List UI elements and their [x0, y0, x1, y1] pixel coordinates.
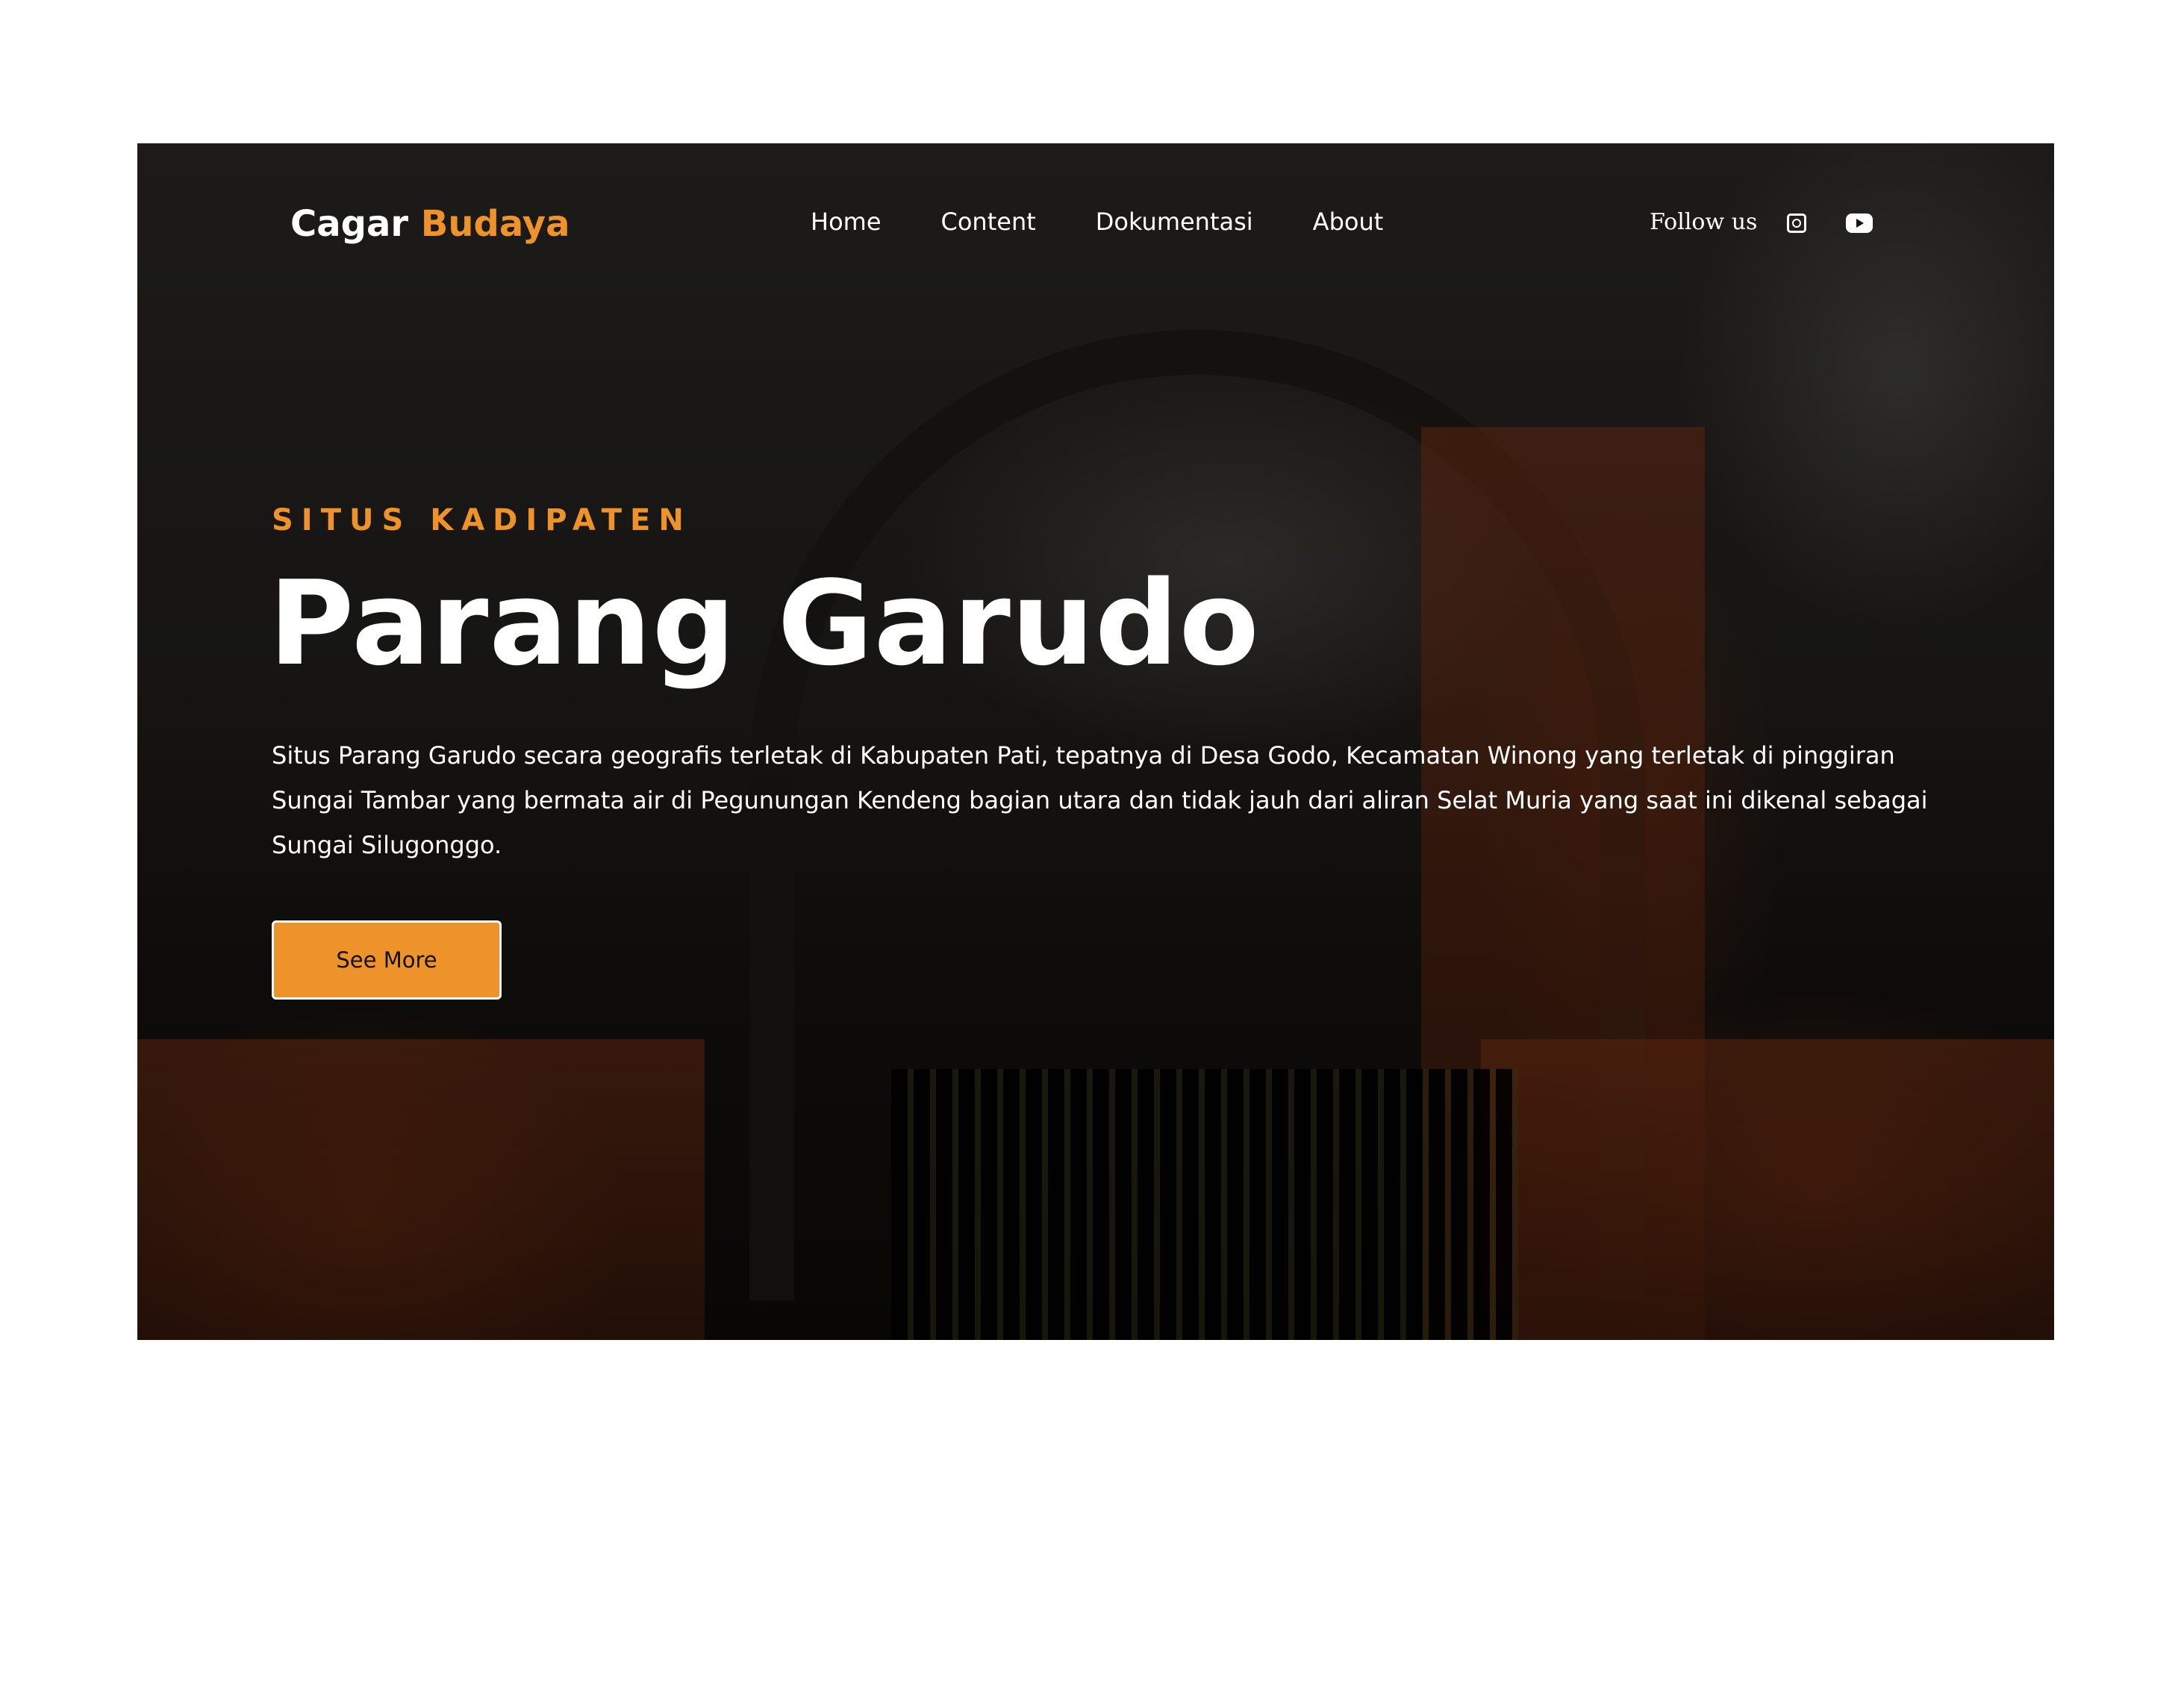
nav-item-dokumentasi: Dokumentasi	[1096, 208, 1253, 236]
brand-name-primary: Cagar	[290, 203, 409, 245]
navbar: Cagar Budaya Home Content Dokumentasi Ab…	[137, 143, 2054, 245]
see-more-button[interactable]: See More	[272, 920, 502, 1000]
brand-logo[interactable]: Cagar Budaya	[290, 203, 570, 245]
nav-link-home[interactable]: Home	[811, 208, 882, 236]
hero-section: Cagar Budaya Home Content Dokumentasi Ab…	[137, 143, 2054, 1340]
nav-menu: Home Content Dokumentasi About	[811, 208, 1383, 236]
nav-link-dokumentasi[interactable]: Dokumentasi	[1096, 208, 1253, 236]
nav-item-content: Content	[941, 208, 1036, 236]
hero-eyebrow: SITUS KADIPATEN	[272, 503, 692, 537]
follow-us-label: Follow us	[1650, 209, 1758, 235]
hero-description: Situs Parang Garudo secara geografis ter…	[272, 741, 1928, 859]
instagram-icon[interactable]	[1787, 214, 1806, 233]
youtube-icon[interactable]	[1846, 214, 1873, 233]
nav-item-home: Home	[811, 208, 882, 236]
nav-link-about[interactable]: About	[1313, 208, 1384, 236]
nav-link-content[interactable]: Content	[941, 208, 1036, 236]
hero-title: Parang Garudo	[269, 555, 1260, 691]
brand-name-accent: Budaya	[420, 203, 570, 245]
nav-item-about: About	[1313, 208, 1384, 236]
